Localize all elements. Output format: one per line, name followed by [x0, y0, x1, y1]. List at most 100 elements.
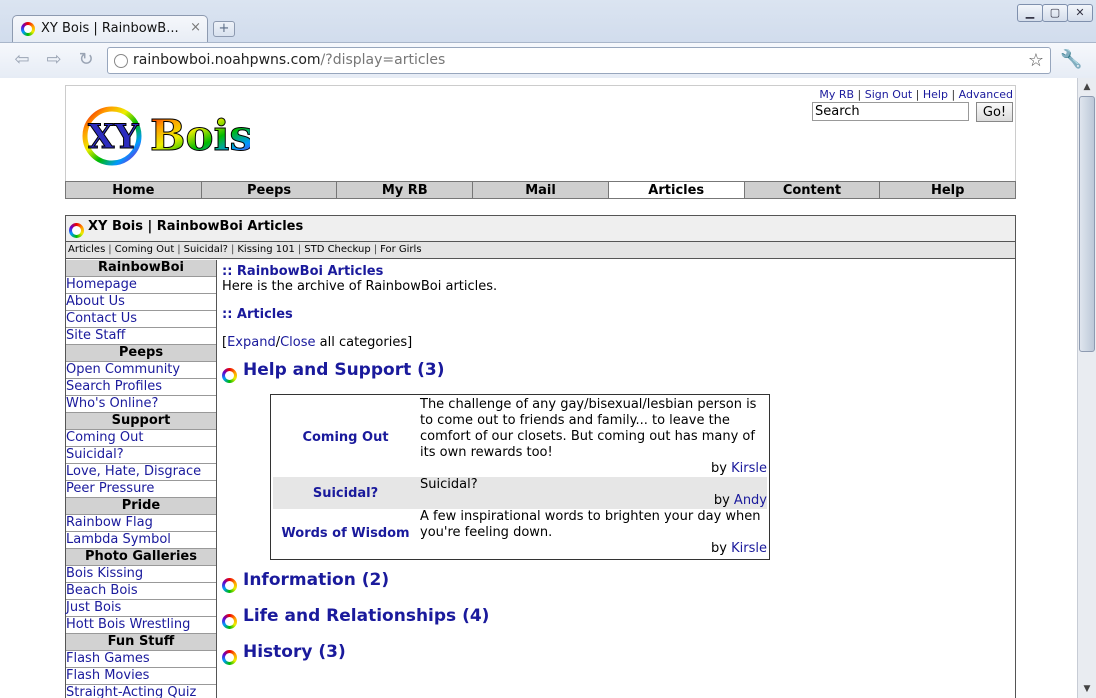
- sidebar-item-just-bois[interactable]: Just Bois: [66, 600, 216, 617]
- archive-text: Here is the archive of RainbowBoi articl…: [222, 279, 498, 294]
- nav-my-rb[interactable]: My RB: [337, 182, 474, 198]
- main-nav: Home Peeps My RB Mail Articles Content H…: [65, 181, 1016, 199]
- scroll-down-icon[interactable]: ▼: [1080, 682, 1094, 696]
- expand-close-line: [Expand/Close all categories]: [222, 335, 413, 350]
- page-viewport: XY Bois My RB | Sign Out | Help | Advanc…: [0, 78, 1077, 698]
- article-byline: by Kirsle: [711, 541, 767, 556]
- toplink-help[interactable]: Help: [923, 88, 948, 101]
- table-row: Coming Out The challenge of any gay/bise…: [273, 397, 767, 477]
- address-bar[interactable]: rainbowboi.noahpwns.com/?display=article…: [107, 47, 1051, 74]
- sidebar-item-open-community[interactable]: Open Community: [66, 362, 216, 379]
- window-close-button[interactable]: ✕: [1067, 4, 1093, 22]
- rainbow-ring-icon: [222, 578, 237, 593]
- reload-icon[interactable]: ↻: [74, 49, 98, 73]
- article-author[interactable]: Kirsle: [731, 541, 767, 556]
- table-row: Suicidal? Suicidal? by Andy: [273, 477, 767, 509]
- svg-text:Bois: Bois: [150, 111, 250, 160]
- sidebar-item-bois-kissing[interactable]: Bois Kissing: [66, 566, 216, 583]
- scrollbar-thumb[interactable]: [1079, 96, 1095, 352]
- new-tab-button[interactable]: +: [213, 21, 235, 37]
- article-author[interactable]: Andy: [734, 493, 767, 508]
- forward-icon[interactable]: ⇨: [42, 49, 66, 73]
- xy-bois-logo[interactable]: XY Bois: [80, 98, 250, 168]
- rainbow-ring-icon: [222, 650, 237, 665]
- minimize-button[interactable]: ▁: [1017, 4, 1043, 22]
- rainbow-ring-icon: [222, 614, 237, 629]
- subnav-suicidal[interactable]: Suicidal?: [184, 244, 228, 255]
- sidebar-item-love-hate-disgrace[interactable]: Love, Hate, Disgrace: [66, 464, 216, 481]
- rainbow-ring-icon: [69, 223, 84, 238]
- sidebar-item-whos-online[interactable]: Who's Online?: [66, 396, 216, 413]
- sidebar-item-hott-bois-wrestling[interactable]: Hott Bois Wrestling: [66, 617, 216, 634]
- sidebar-item-peer-pressure[interactable]: Peer Pressure: [66, 481, 216, 498]
- toplink-advanced[interactable]: Advanced: [959, 88, 1013, 101]
- sidebar-heading: Pride: [66, 498, 216, 515]
- nav-mail[interactable]: Mail: [473, 182, 609, 198]
- tab-close-icon[interactable]: ×: [190, 20, 201, 35]
- category-help-and-support[interactable]: Help and Support (3): [222, 360, 1012, 384]
- back-icon[interactable]: ⇦: [10, 49, 34, 73]
- go-button[interactable]: Go!: [976, 102, 1013, 122]
- category-title[interactable]: Help and Support (3): [243, 360, 445, 380]
- sidebar-item-rainbow-flag[interactable]: Rainbow Flag: [66, 515, 216, 532]
- sub-nav: Articles | Coming Out | Suicidal? | Kissing 10…: [66, 242, 1015, 259]
- wrench-menu-icon[interactable]: 🔧: [1060, 49, 1082, 70]
- category-life-and-relationships[interactable]: Life and Relationships (4): [222, 606, 1012, 630]
- site-favicon-icon: [21, 22, 35, 36]
- archive-heading[interactable]: :: RainbowBoi Articles: [222, 264, 1012, 279]
- sidebar-item-flash-games[interactable]: Flash Games: [66, 651, 216, 668]
- nav-home[interactable]: Home: [66, 182, 202, 198]
- category-title[interactable]: Life and Relationships (4): [243, 606, 489, 626]
- vertical-scrollbar[interactable]: ▲ ▼: [1077, 78, 1096, 698]
- maximize-button[interactable]: ▢: [1042, 4, 1068, 22]
- subnav-coming-out[interactable]: Coming Out: [115, 244, 175, 255]
- sidebar-heading: Fun Stuff: [66, 634, 216, 651]
- category-title[interactable]: Information (2): [243, 570, 389, 590]
- articles-heading[interactable]: :: Articles: [222, 307, 1012, 322]
- browser-chrome: XY Bois | RainbowB... × + ▁ ▢ ✕ ⇦ ⇨ ↻ ra…: [0, 0, 1096, 78]
- sidebar-item-coming-out[interactable]: Coming Out: [66, 430, 216, 447]
- sidebar-item-about-us[interactable]: About Us: [66, 294, 216, 311]
- sidebar-item-contact-us[interactable]: Contact Us: [66, 311, 216, 328]
- article-title[interactable]: Words of Wisdom: [273, 509, 418, 557]
- article-author[interactable]: Kirsle: [731, 461, 767, 476]
- sidebar-item-search-profiles[interactable]: Search Profiles: [66, 379, 216, 396]
- article-title[interactable]: Suicidal?: [273, 477, 418, 509]
- subnav-kissing-101[interactable]: Kissing 101: [237, 244, 295, 255]
- subnav-std-checkup[interactable]: STD Checkup: [304, 244, 370, 255]
- nav-content[interactable]: Content: [744, 182, 881, 198]
- sidebar-heading: Support: [66, 413, 216, 430]
- article-title[interactable]: Coming Out: [273, 397, 418, 477]
- close-link[interactable]: Close: [280, 335, 315, 350]
- subnav-articles[interactable]: Articles: [68, 244, 105, 255]
- category-history[interactable]: History (3): [222, 642, 1012, 666]
- toplink-my-rb[interactable]: My RB: [819, 88, 854, 101]
- expand-link[interactable]: Expand: [227, 335, 276, 350]
- nav-articles[interactable]: Articles: [608, 182, 745, 198]
- sidebar-heading: Peeps: [66, 345, 216, 362]
- search-input[interactable]: [812, 102, 969, 121]
- sidebar-item-lambda-symbol[interactable]: Lambda Symbol: [66, 532, 216, 549]
- tab-title: XY Bois | RainbowB...: [41, 21, 179, 36]
- panel-title: XY Bois | RainbowBoi Articles: [88, 219, 304, 234]
- nav-help[interactable]: Help: [880, 182, 1016, 198]
- sidebar-item-suicidal[interactable]: Suicidal?: [66, 447, 216, 464]
- subnav-for-girls[interactable]: For Girls: [380, 244, 421, 255]
- category-information[interactable]: Information (2): [222, 570, 1012, 594]
- svg-text:XY: XY: [88, 117, 139, 157]
- sidebar-item-straight-acting-quiz[interactable]: Straight-Acting Quiz: [66, 685, 216, 698]
- nav-peeps[interactable]: Peeps: [201, 182, 338, 198]
- toplink-sign-out[interactable]: Sign Out: [865, 88, 912, 101]
- sidebar-item-homepage[interactable]: Homepage: [66, 277, 216, 294]
- sidebar-item-beach-bois[interactable]: Beach Bois: [66, 583, 216, 600]
- scroll-up-icon[interactable]: ▲: [1080, 80, 1094, 94]
- article-description: The challenge of any gay/bisexual/lesbia…: [420, 397, 757, 460]
- globe-icon: [114, 54, 128, 68]
- category-title[interactable]: History (3): [243, 642, 346, 662]
- content-panel: XY Bois | RainbowBoi Articles Articles | C…: [65, 215, 1016, 698]
- bookmark-star-icon[interactable]: ☆: [1028, 48, 1044, 73]
- browser-tab[interactable]: XY Bois | RainbowB... ×: [12, 15, 208, 42]
- sidebar-item-site-staff[interactable]: Site Staff: [66, 328, 216, 345]
- main-content: :: RainbowBoi Articles Here is the archi…: [222, 264, 1012, 666]
- sidebar-item-flash-movies[interactable]: Flash Movies: [66, 668, 216, 685]
